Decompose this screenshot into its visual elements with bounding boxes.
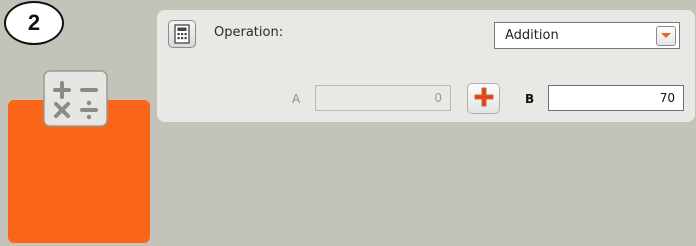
chevron-down-icon[interactable]: [656, 25, 676, 46]
operation-selected-value: Addition: [505, 28, 559, 43]
step-number-badge: 2: [4, 1, 64, 45]
input-b-field[interactable]: 70: [548, 85, 684, 111]
math-operators-icon: [43, 70, 108, 127]
calculator-icon: [168, 20, 196, 48]
input-a-label: A: [292, 92, 301, 106]
input-a-field: 0: [315, 85, 451, 111]
operation-label: Operation:: [214, 25, 284, 40]
plus-icon: [473, 86, 495, 112]
step-number: 2: [27, 10, 41, 35]
input-b-label: B: [525, 92, 535, 106]
operation-dropdown[interactable]: Addition: [494, 22, 680, 49]
operator-button[interactable]: [467, 83, 500, 114]
